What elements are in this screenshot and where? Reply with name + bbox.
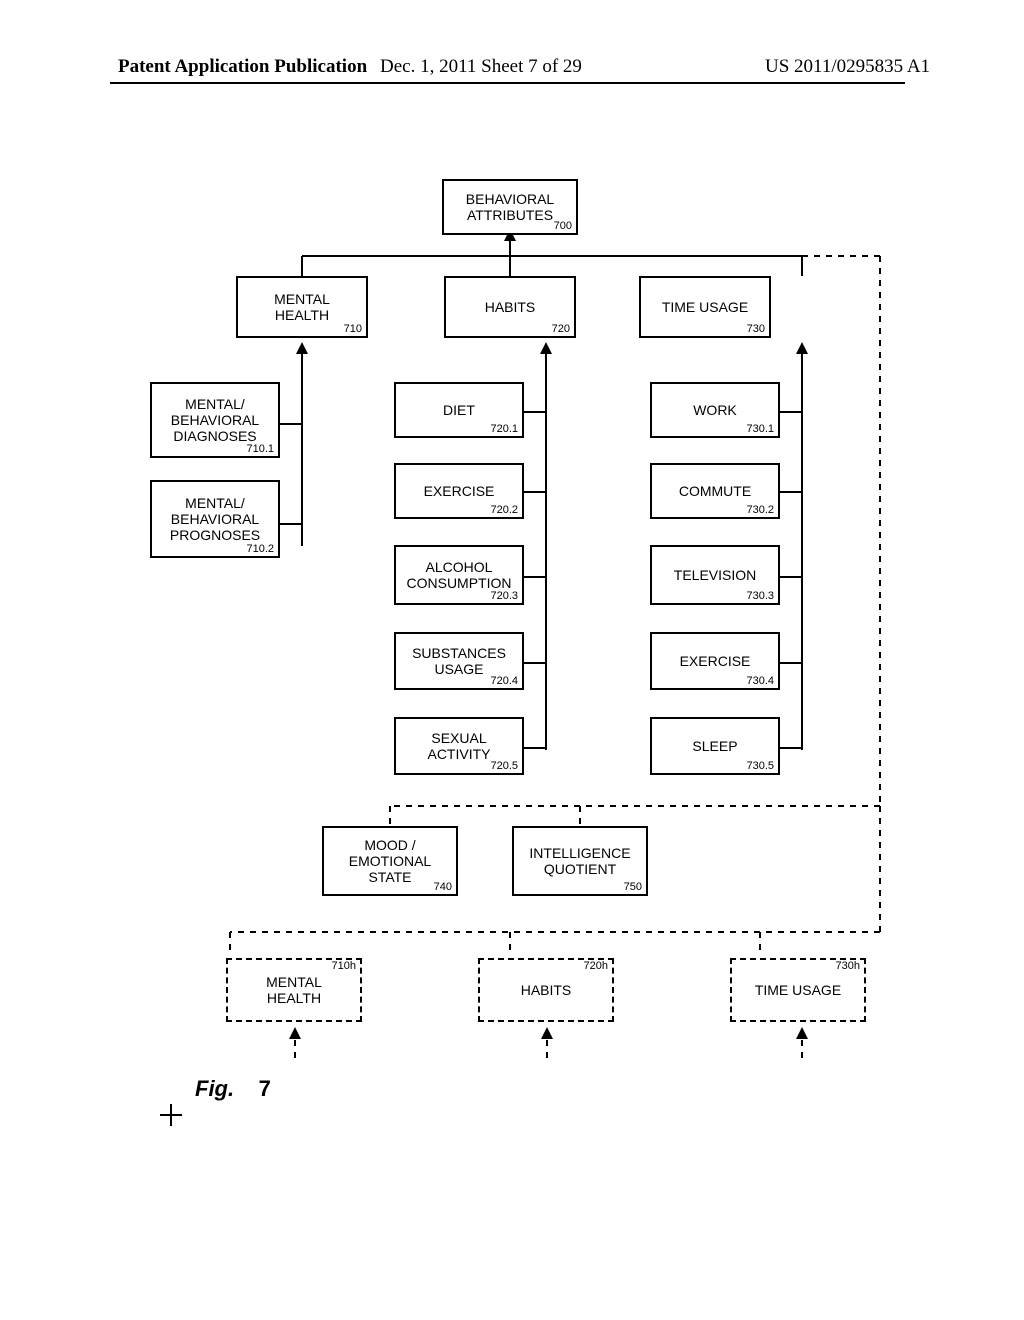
node-label: TIME USAGE bbox=[662, 299, 748, 315]
node-label: MENTAL HEALTH bbox=[266, 974, 322, 1006]
node-label: SLEEP bbox=[692, 738, 737, 754]
node-mental-health-h: MENTAL HEALTH 710h bbox=[226, 958, 362, 1022]
figure-prefix: Fig. bbox=[195, 1076, 234, 1101]
node-ref: 720.2 bbox=[490, 505, 518, 516]
node-behavioral-attributes: BEHAVIORAL ATTRIBUTES 700 bbox=[442, 179, 578, 235]
registration-cross-icon bbox=[160, 1104, 182, 1126]
node-ref: 700 bbox=[554, 221, 572, 232]
node-ref: 710 bbox=[344, 324, 362, 335]
node-time-usage-h: TIME USAGE 730h bbox=[730, 958, 866, 1022]
node-label: SEXUAL ACTIVITY bbox=[427, 730, 490, 762]
node-mental-health: MENTAL HEALTH 710 bbox=[236, 276, 368, 338]
node-label: COMMUTE bbox=[679, 483, 751, 499]
node-label: MENTAL/ BEHAVIORAL DIAGNOSES bbox=[171, 396, 259, 444]
node-work: WORK 730.1 bbox=[650, 382, 780, 438]
node-ref: 720.1 bbox=[490, 424, 518, 435]
node-label: WORK bbox=[693, 402, 737, 418]
node-ref: 720.5 bbox=[490, 761, 518, 772]
node-sexual-activity: SEXUAL ACTIVITY 720.5 bbox=[394, 717, 524, 775]
node-alcohol-consumption: ALCOHOL CONSUMPTION 720.3 bbox=[394, 545, 524, 605]
node-label: HABITS bbox=[485, 299, 536, 315]
node-ref: 710.2 bbox=[246, 544, 274, 555]
node-label: ALCOHOL CONSUMPTION bbox=[407, 559, 512, 591]
header-right: US 2011/0295835 A1 bbox=[765, 56, 930, 78]
node-label: MENTAL HEALTH bbox=[274, 291, 330, 323]
node-intelligence-quotient: INTELLIGENCE QUOTIENT 750 bbox=[512, 826, 648, 896]
node-ref: 710h bbox=[332, 961, 356, 972]
node-ref: 730.2 bbox=[746, 505, 774, 516]
node-ref: 720.4 bbox=[490, 676, 518, 687]
node-habits: HABITS 720 bbox=[444, 276, 576, 338]
node-mood-emotional-state: MOOD / EMOTIONAL STATE 740 bbox=[322, 826, 458, 896]
node-ref: 710.1 bbox=[246, 444, 274, 455]
header-left: Patent Application Publication bbox=[118, 56, 367, 78]
node-label: INTELLIGENCE QUOTIENT bbox=[529, 845, 630, 877]
node-time-usage: TIME USAGE 730 bbox=[639, 276, 771, 338]
header-middle: Dec. 1, 2011 Sheet 7 of 29 bbox=[380, 56, 582, 78]
node-mental-behavioral-prognoses: MENTAL/ BEHAVIORAL PROGNOSES 710.2 bbox=[150, 480, 280, 558]
node-mental-behavioral-diagnoses: MENTAL/ BEHAVIORAL DIAGNOSES 710.1 bbox=[150, 382, 280, 458]
node-label: BEHAVIORAL ATTRIBUTES bbox=[466, 191, 554, 223]
node-ref: 730h bbox=[836, 961, 860, 972]
node-label: TIME USAGE bbox=[755, 982, 841, 998]
node-ref: 730.3 bbox=[746, 591, 774, 602]
figure-label: Fig. 7 bbox=[195, 1076, 271, 1102]
node-ref: 720 bbox=[552, 324, 570, 335]
header-rule bbox=[110, 82, 905, 84]
node-ref: 730 bbox=[747, 324, 765, 335]
node-habits-h: HABITS 720h bbox=[478, 958, 614, 1022]
node-label: DIET bbox=[443, 402, 475, 418]
node-television: TELEVISION 730.3 bbox=[650, 545, 780, 605]
node-ref: 730.4 bbox=[746, 676, 774, 687]
node-label: MOOD / EMOTIONAL STATE bbox=[349, 837, 431, 885]
node-label: EXERCISE bbox=[680, 653, 751, 669]
node-label: MENTAL/ BEHAVIORAL PROGNOSES bbox=[170, 495, 260, 543]
node-sleep: SLEEP 730.5 bbox=[650, 717, 780, 775]
node-exercise-habit: EXERCISE 720.2 bbox=[394, 463, 524, 519]
node-ref: 730.1 bbox=[746, 424, 774, 435]
node-ref: 730.5 bbox=[746, 761, 774, 772]
node-ref: 740 bbox=[434, 882, 452, 893]
node-diet: DIET 720.1 bbox=[394, 382, 524, 438]
figure-number: 7 bbox=[259, 1076, 271, 1101]
node-label: EXERCISE bbox=[424, 483, 495, 499]
node-exercise-time: EXERCISE 730.4 bbox=[650, 632, 780, 690]
node-ref: 750 bbox=[624, 882, 642, 893]
node-label: HABITS bbox=[521, 982, 572, 998]
node-ref: 720h bbox=[584, 961, 608, 972]
node-ref: 720.3 bbox=[490, 591, 518, 602]
node-label: TELEVISION bbox=[674, 567, 756, 583]
page: Patent Application Publication Dec. 1, 2… bbox=[0, 0, 1024, 1320]
node-substances-usage: SUBSTANCES USAGE 720.4 bbox=[394, 632, 524, 690]
node-commute: COMMUTE 730.2 bbox=[650, 463, 780, 519]
node-label: SUBSTANCES USAGE bbox=[412, 645, 506, 677]
